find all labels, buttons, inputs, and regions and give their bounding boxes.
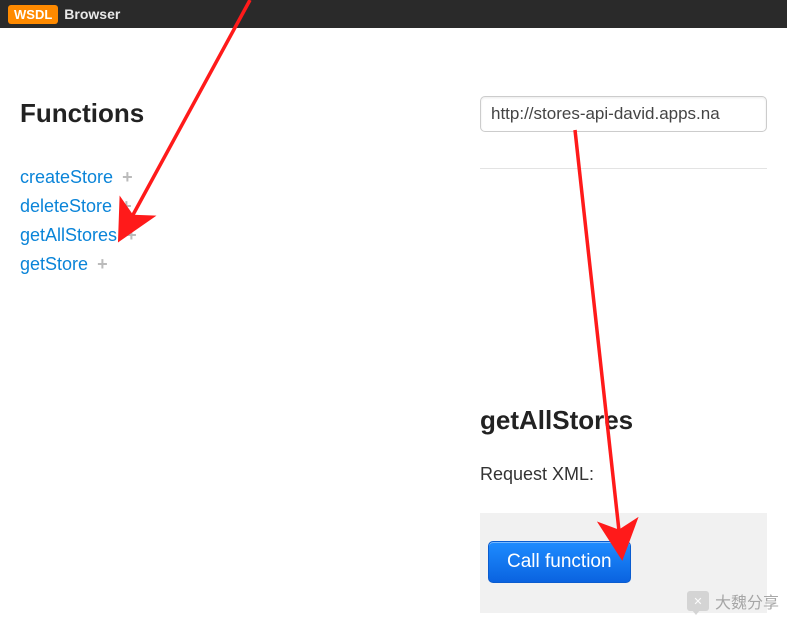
sidebar: Functions createStore + deleteStore + ge…: [0, 68, 250, 613]
topbar: WSDL Browser: [0, 0, 787, 28]
divider: [480, 168, 767, 169]
list-item: deleteStore +: [20, 196, 250, 217]
plus-icon[interactable]: +: [121, 196, 132, 216]
plus-icon[interactable]: +: [97, 254, 108, 274]
call-function-button[interactable]: Call function: [488, 541, 631, 583]
content: Functions createStore + deleteStore + ge…: [0, 28, 787, 613]
list-item: createStore +: [20, 167, 250, 188]
list-item: getStore +: [20, 254, 250, 275]
watermark: ✕ 大魏分享: [687, 589, 779, 613]
plus-icon[interactable]: +: [122, 167, 133, 187]
main-panel: getAllStores Request XML: Call function: [250, 68, 787, 613]
function-list: createStore + deleteStore + getAllStores…: [20, 167, 250, 275]
list-item: getAllStores +: [20, 225, 250, 246]
wsdl-badge: WSDL: [8, 5, 58, 24]
request-xml-label: Request XML:: [480, 464, 787, 485]
plus-icon[interactable]: +: [126, 225, 137, 245]
watermark-text: 大魏分享: [715, 589, 779, 613]
function-link-deleteStore[interactable]: deleteStore: [20, 196, 112, 216]
function-link-createStore[interactable]: createStore: [20, 167, 113, 187]
selected-function-heading: getAllStores: [480, 405, 787, 436]
topbar-title: Browser: [64, 6, 120, 22]
wechat-icon: ✕: [687, 591, 709, 611]
function-link-getStore[interactable]: getStore: [20, 254, 88, 274]
wsdl-url-input[interactable]: [480, 96, 767, 132]
function-link-getAllStores[interactable]: getAllStores: [20, 225, 117, 245]
functions-heading: Functions: [20, 98, 250, 129]
